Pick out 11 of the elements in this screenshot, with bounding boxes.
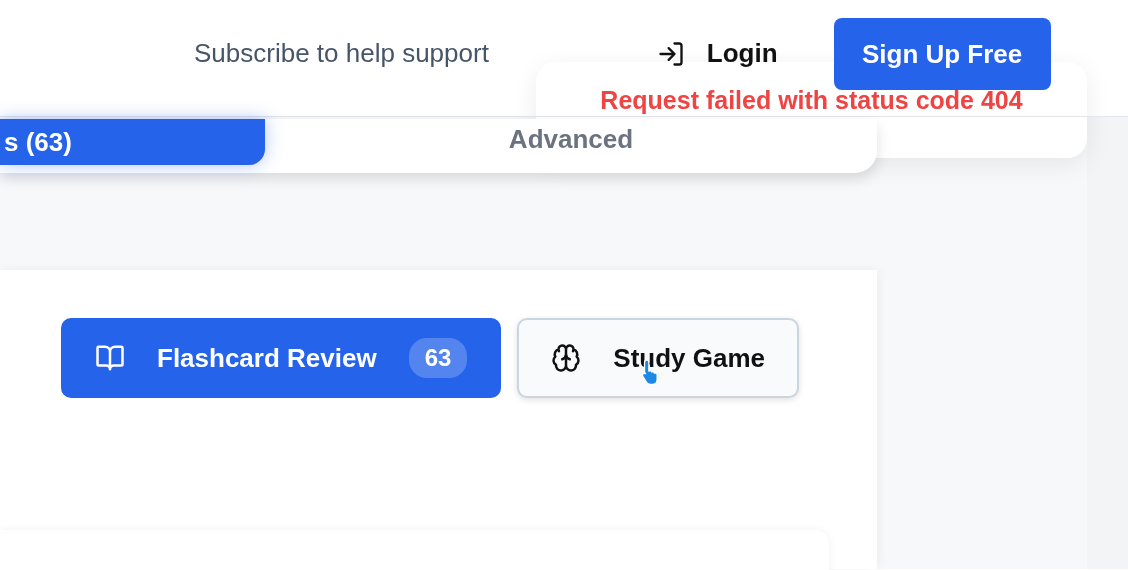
tab[interactable]: Advanced xyxy=(265,119,877,165)
subscribe-text: Subscribe to help support xyxy=(194,38,489,69)
login-link[interactable]: Login xyxy=(706,38,778,69)
sign-up-button[interactable]: Sign Up Free xyxy=(833,18,1051,90)
study-game-button[interactable]: Study Game xyxy=(517,318,800,398)
flashcard-review-button[interactable]: Flashcard Review 63 xyxy=(61,318,502,398)
login-icon xyxy=(656,40,685,68)
count-badge: 63 xyxy=(408,338,468,378)
brain-icon xyxy=(551,343,582,373)
tab[interactable]: s (63) xyxy=(0,119,265,165)
book-icon xyxy=(95,343,125,373)
